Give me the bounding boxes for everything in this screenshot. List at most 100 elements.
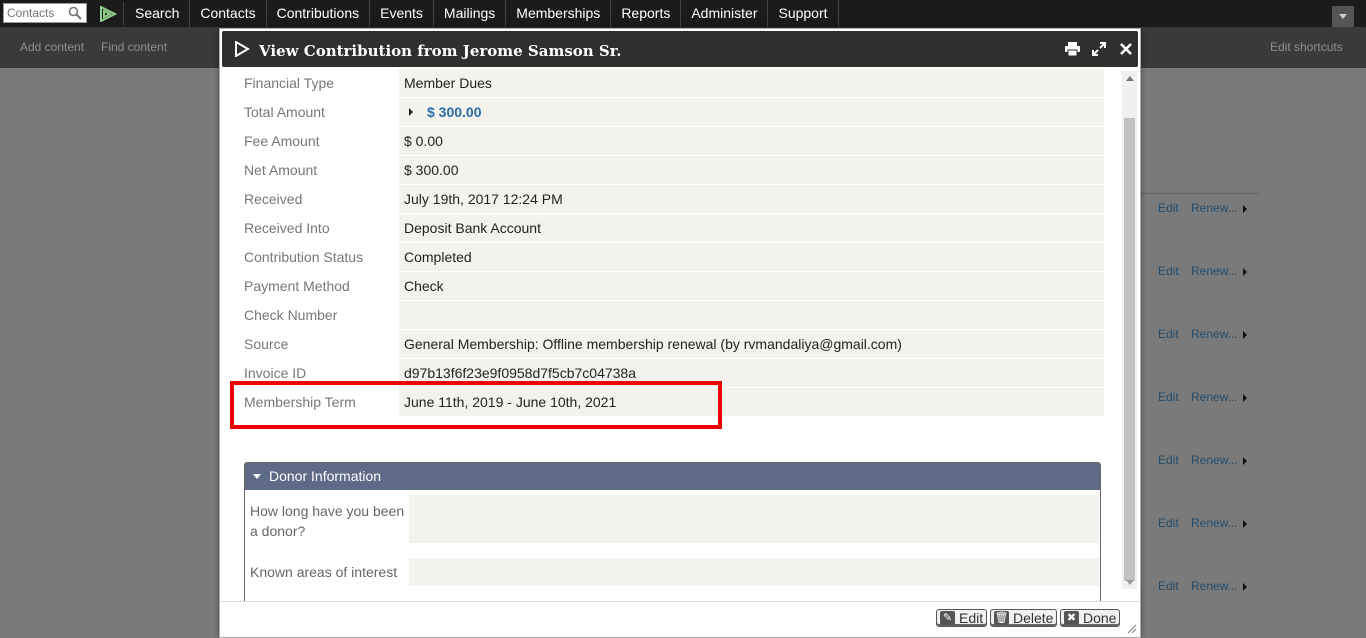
field-value (409, 495, 1099, 543)
resize-grip-icon[interactable] (1127, 624, 1137, 634)
detail-value: d97b13f6f23e9f0958d7f5cb7c04738a (399, 359, 1104, 387)
detail-value: June 11th, 2019 - June 10th, 2021 (399, 388, 1104, 416)
menu-memberships[interactable]: Memberships (506, 0, 612, 27)
menu-support[interactable]: Support (768, 0, 839, 27)
bg-edit-link[interactable]: Edit (1158, 516, 1179, 530)
donor-field-row: Known areas of interest (250, 558, 1099, 586)
collapse-arrow-icon (253, 474, 261, 479)
donor-information-title: Donor Information (269, 468, 382, 484)
detail-row: Source General Membership: Offline member… (240, 330, 1104, 359)
detail-label: Received Into (240, 214, 397, 242)
search-icon[interactable] (68, 6, 82, 20)
detail-label: Membership Term (240, 388, 397, 416)
scroll-down-arrow-icon[interactable] (1126, 580, 1134, 585)
background-divider (1140, 193, 1260, 194)
total-amount-link[interactable]: $ 300.00 (427, 104, 482, 120)
detail-value: Member Dues (399, 69, 1104, 97)
detail-label: Source (240, 330, 397, 358)
edit-shortcuts-link[interactable]: Edit shortcuts (1270, 40, 1343, 54)
bg-renew-link[interactable]: Renew... (1191, 516, 1238, 530)
field-value (409, 558, 1099, 586)
detail-value: Completed (399, 243, 1104, 271)
dropdown-arrow-icon[interactable] (1243, 205, 1247, 213)
detail-row: Received July 19th, 2017 12:24 PM (240, 185, 1104, 214)
detail-value: $ 300.00 (399, 98, 1104, 126)
detail-value: Check (399, 272, 1104, 300)
menu-contributions[interactable]: Contributions (267, 0, 371, 27)
menu-events[interactable]: Events (370, 0, 434, 27)
donor-information-header[interactable]: Donor Information (245, 463, 1100, 490)
pencil-icon: ✎ (940, 611, 955, 625)
civicrm-logo-icon[interactable] (92, 2, 124, 25)
close-icon[interactable] (1118, 41, 1134, 57)
detail-row: Received Into Deposit Bank Account (240, 214, 1104, 243)
trash-icon: 🗑 (994, 611, 1009, 625)
expand-arrow-icon[interactable] (409, 108, 413, 116)
dialog-title: View Contribution from Jerome Samson Sr. (259, 42, 622, 60)
detail-row: Contribution Status Completed (240, 243, 1104, 272)
dialog-content: Financial Type Member Dues Total Amount $ 3… (222, 69, 1138, 601)
done-button-label: Done (1083, 610, 1117, 626)
delete-button-label: Delete (1013, 610, 1054, 626)
done-button[interactable]: ✖ Done (1060, 609, 1121, 627)
scrollbar-thumb[interactable] (1124, 118, 1135, 581)
add-content-link[interactable]: Add content (20, 40, 84, 54)
detail-label: Received (240, 185, 397, 213)
menu-mailings[interactable]: Mailings (434, 0, 507, 27)
dropdown-arrow-icon[interactable] (1243, 394, 1247, 402)
dropdown-arrow-icon[interactable] (1243, 457, 1247, 465)
detail-label: Total Amount (240, 98, 397, 126)
edit-button-label: Edit (959, 610, 984, 626)
bg-renew-link[interactable]: Renew... (1191, 201, 1238, 215)
menu-reports[interactable]: Reports (611, 0, 682, 27)
vertical-scrollbar[interactable] (1122, 71, 1137, 589)
menu-contacts[interactable]: Contacts (190, 0, 267, 27)
dropdown-arrow-icon[interactable] (1243, 331, 1247, 339)
dropdown-arrow-icon[interactable] (1243, 520, 1247, 528)
maximize-icon[interactable] (1091, 41, 1107, 57)
menu-search[interactable]: Search (125, 0, 191, 27)
bg-edit-link[interactable]: Edit (1158, 201, 1179, 215)
print-icon[interactable] (1064, 41, 1080, 57)
field-label: How long have you been a donor? (250, 503, 405, 539)
dropdown-arrow-icon[interactable] (1243, 583, 1247, 591)
edit-button[interactable]: ✎ Edit (936, 609, 988, 627)
bg-edit-link[interactable]: Edit (1158, 453, 1179, 467)
dialog-titlebar: View Contribution from Jerome Samson Sr. (222, 31, 1138, 67)
bg-edit-link[interactable]: Edit (1158, 390, 1179, 404)
main-menu: Search Contacts Contributions Events Mai… (125, 0, 839, 27)
detail-value (399, 301, 1104, 329)
quick-search-input[interactable] (4, 4, 68, 22)
detail-label: Check Number (240, 301, 397, 329)
detail-row: Check Number (240, 301, 1104, 330)
chevron-down-icon (1339, 14, 1347, 19)
close-icon: ✖ (1064, 611, 1079, 625)
detail-label: Payment Method (240, 272, 397, 300)
detail-value: $ 300.00 (399, 156, 1104, 184)
quick-search[interactable] (3, 3, 87, 23)
bg-renew-link[interactable]: Renew... (1191, 264, 1238, 278)
detail-label: Invoice ID (240, 359, 397, 387)
bg-edit-link[interactable]: Edit (1158, 264, 1179, 278)
scroll-up-arrow-icon[interactable] (1126, 76, 1134, 81)
field-label: Known areas of interest (250, 564, 398, 580)
bg-renew-link[interactable]: Renew... (1191, 327, 1238, 341)
menu-toggle-button[interactable] (1332, 6, 1354, 27)
bg-renew-link[interactable]: Renew... (1191, 579, 1238, 593)
delete-button[interactable]: 🗑 Delete (990, 609, 1058, 627)
detail-row: Financial Type Member Dues (240, 69, 1104, 98)
donor-information-fieldset: Donor Information How long have you been… (244, 462, 1101, 601)
menu-administer[interactable]: Administer (681, 0, 769, 27)
detail-label: Net Amount (240, 156, 397, 184)
bg-renew-link[interactable]: Renew... (1191, 453, 1238, 467)
bg-edit-link[interactable]: Edit (1158, 579, 1179, 593)
find-content-link[interactable]: Find content (101, 40, 167, 54)
detail-label: Fee Amount (240, 127, 397, 155)
bg-renew-link[interactable]: Renew... (1191, 390, 1238, 404)
civicrm-logo-icon (235, 41, 250, 57)
bg-edit-link[interactable]: Edit (1158, 327, 1179, 341)
top-nav-bar: Search Contacts Contributions Events Mai… (0, 0, 1366, 27)
dropdown-arrow-icon[interactable] (1243, 268, 1247, 276)
detail-row: Payment Method Check (240, 272, 1104, 301)
detail-row: Invoice ID d97b13f6f23e9f0958d7f5cb7c0473… (240, 359, 1104, 388)
